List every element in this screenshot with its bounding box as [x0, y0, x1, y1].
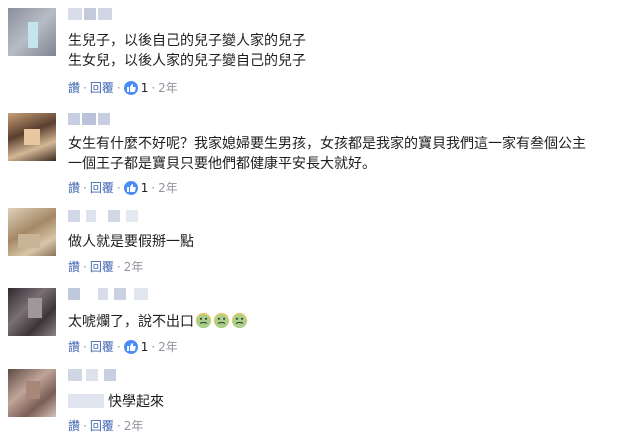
like-link[interactable]: 讚	[68, 340, 80, 354]
like-link[interactable]: 讚	[68, 81, 80, 95]
avatar[interactable]	[8, 208, 56, 256]
reply-link[interactable]: 回覆	[90, 340, 114, 354]
comment-text: 快學起來	[108, 394, 164, 410]
mention-tag[interactable]	[68, 394, 104, 408]
like-link[interactable]: 讚	[68, 260, 80, 274]
comment-text-line: 生女兒，以後人家的兒子變自己的兒子	[68, 53, 306, 69]
comment-text: 太唬爛了，說不出口	[68, 314, 194, 330]
commenter-name[interactable]	[68, 8, 112, 20]
reply-link[interactable]: 回覆	[90, 260, 114, 274]
comment-text-line: 太唬爛了，說不出口	[68, 312, 248, 332]
timestamp[interactable]: 2年	[158, 81, 178, 95]
like-link[interactable]: 讚	[68, 181, 80, 195]
comment-text-line: 女生有什麼不好呢？我家媳婦要生男孩，女孩都是我家的寶貝我們這一家有叁個公主	[68, 136, 586, 152]
comment-text-line: 快學起來	[68, 392, 164, 412]
comment-actions: 讚 · 回覆 · 2年	[68, 260, 144, 274]
nauseated-face-emoji-icon	[195, 312, 212, 329]
avatar[interactable]	[8, 8, 56, 56]
timestamp[interactable]: 2年	[124, 419, 144, 433]
timestamp[interactable]: 2年	[124, 260, 144, 274]
commenter-name[interactable]	[68, 369, 128, 381]
reply-link[interactable]: 回覆	[90, 181, 114, 195]
comment-text-line: 生兒子，以後自己的兒子變人家的兒子	[68, 33, 306, 49]
reply-link[interactable]: 回覆	[90, 81, 114, 95]
comment-actions: 讚 · 回覆 · 1 · 2年	[68, 340, 178, 354]
thumbs-up-icon[interactable]	[123, 81, 138, 95]
commenter-name[interactable]	[68, 113, 110, 125]
nauseated-face-emoji-icon	[213, 312, 230, 329]
comment-actions: 讚 · 回覆 · 2年	[68, 419, 144, 433]
thumbs-up-icon[interactable]	[123, 181, 138, 195]
timestamp[interactable]: 2年	[158, 181, 178, 195]
avatar[interactable]	[8, 369, 56, 417]
commenter-name[interactable]	[68, 210, 138, 222]
comment-actions: 讚 · 回覆 · 1 · 2年	[68, 181, 178, 195]
timestamp[interactable]: 2年	[158, 340, 178, 354]
avatar[interactable]	[8, 288, 56, 336]
avatar[interactable]	[8, 113, 56, 161]
nauseated-face-emoji-icon	[231, 312, 248, 329]
comment-actions: 讚 · 回覆 · 1 · 2年	[68, 81, 178, 95]
thumbs-up-icon[interactable]	[123, 340, 138, 354]
like-link[interactable]: 讚	[68, 419, 80, 433]
reply-link[interactable]: 回覆	[90, 419, 114, 433]
comment-text-line: 一個王子都是寶貝只要他們都健康平安長大就好。	[68, 156, 376, 172]
comment-text-line: 做人就是要假掰一點	[68, 234, 194, 250]
commenter-name[interactable]	[68, 288, 148, 300]
